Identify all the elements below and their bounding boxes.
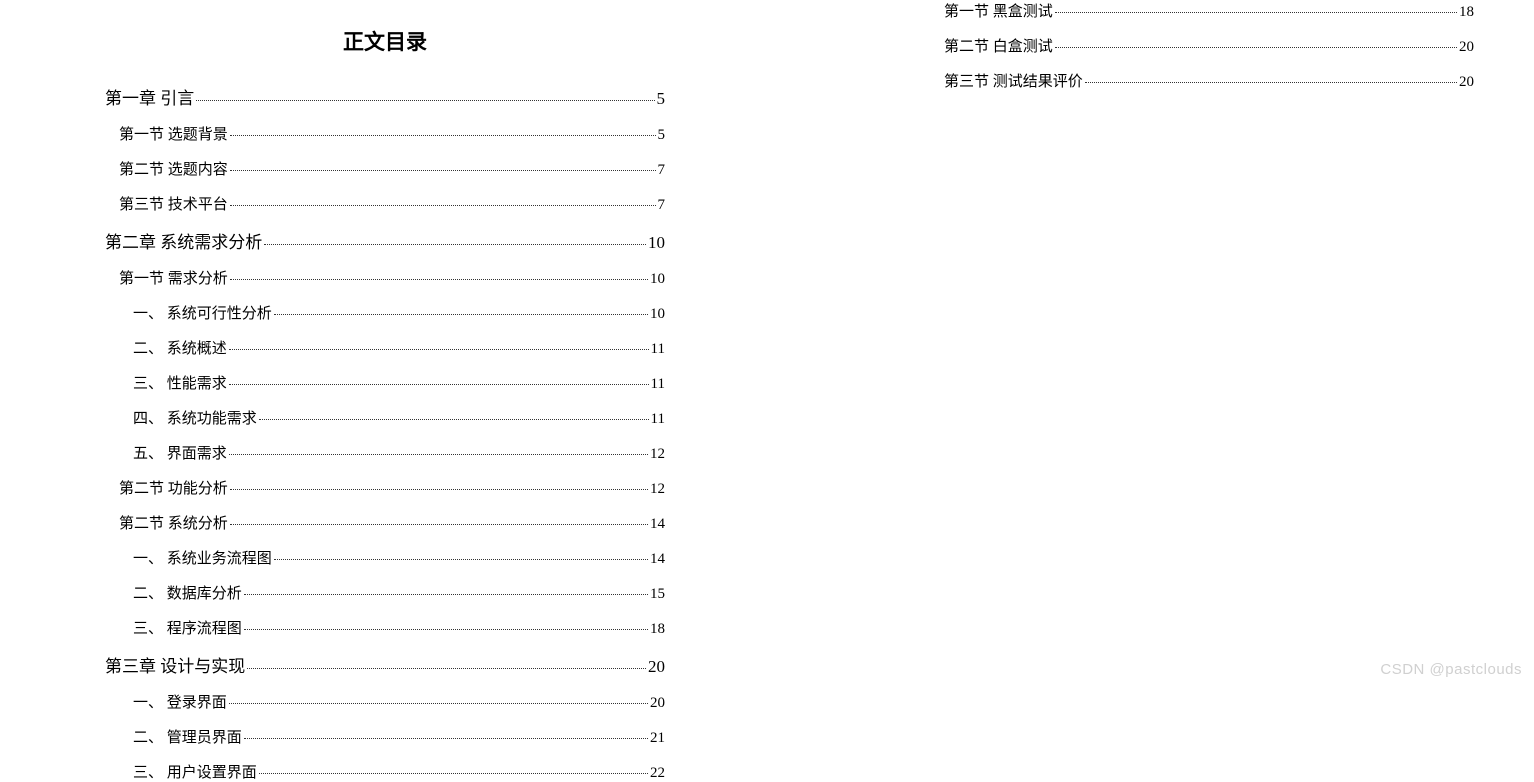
toc-entry-page: 20	[1459, 74, 1474, 91]
toc-leader-dots	[274, 559, 648, 560]
toc-entry-page: 15	[650, 586, 665, 603]
toc-entry-label: 四、 系统功能需求	[133, 407, 257, 428]
toc-entry-label: 第二节 系统分析	[119, 512, 228, 533]
toc-leader-dots	[229, 384, 649, 385]
toc-entry-page: 14	[650, 516, 665, 533]
toc-entry-page: 10	[650, 306, 665, 323]
toc-entry-page: 10	[648, 233, 665, 253]
toc-entry-page: 20	[648, 657, 665, 677]
toc-entry-page: 7	[658, 162, 666, 179]
toc-leader-dots	[196, 100, 654, 101]
toc-entry-page: 7	[658, 197, 666, 214]
toc-entry[interactable]: 二、 管理员界面 21	[105, 726, 665, 747]
toc-entry-label: 第二章 系统需求分析	[105, 228, 262, 253]
toc-leader-dots	[230, 524, 648, 525]
toc-leader-dots	[229, 349, 649, 350]
toc-entry[interactable]: 一、 系统可行性分析 10	[105, 302, 665, 323]
toc-entry[interactable]: 三、 程序流程图 18	[105, 617, 665, 638]
toc-entry[interactable]: 第一节 选题背景 5	[105, 123, 665, 144]
toc-entry[interactable]: 第一节 需求分析 10	[105, 267, 665, 288]
toc-entry[interactable]: 第三节 技术平台 7	[105, 193, 665, 214]
toc-leader-dots	[230, 170, 656, 171]
toc-leader-dots	[1085, 82, 1457, 83]
toc-entry-label: 三、 用户设置界面	[133, 761, 257, 782]
toc-leader-dots	[229, 703, 648, 704]
toc-entry-page: 18	[650, 621, 665, 638]
toc-entry-page: 10	[650, 271, 665, 288]
toc-entry-label: 二、 管理员界面	[133, 726, 242, 747]
toc-leader-dots	[1055, 47, 1457, 48]
toc-leader-dots	[274, 314, 648, 315]
toc-entry-label: 第一节 黑盒测试	[944, 0, 1053, 21]
toc-entry-label: 第二节 白盒测试	[944, 35, 1053, 56]
toc-leader-dots	[229, 454, 648, 455]
toc-leader-dots	[230, 205, 656, 206]
toc-entry-page: 5	[658, 127, 666, 144]
watermark: CSDN @pastclouds	[1380, 661, 1522, 678]
page-left: 正文目录 第一章 引言5第一节 选题背景5第二节 选题内容7第三节 技术平台7第…	[0, 0, 770, 690]
toc-leader-dots	[259, 419, 649, 420]
toc-leader-dots	[247, 668, 646, 669]
toc-leader-dots	[230, 489, 648, 490]
toc-entry[interactable]: 第三章 设计与实现 20	[105, 652, 665, 677]
toc-leader-dots	[264, 244, 646, 245]
toc-entry[interactable]: 四、 系统功能需求 11	[105, 407, 665, 428]
toc-entry[interactable]: 一、 登录界面 20	[105, 691, 665, 712]
toc-entry-page: 22	[650, 765, 665, 782]
toc-entry[interactable]: 三、 性能需求 11	[105, 372, 665, 393]
toc-entry[interactable]: 第二章 系统需求分析 10	[105, 228, 665, 253]
toc-entry-page: 11	[651, 341, 665, 358]
toc-entry[interactable]: 第二节 功能分析 12	[105, 477, 665, 498]
toc-entry-page: 21	[650, 730, 665, 747]
toc-list-left: 第一章 引言 5 第一节 选题背景 5 第二节 选题内容 7 第三节 技术平台 7 第二章 系统…	[105, 84, 665, 782]
toc-entry[interactable]: 第三节 测试结果评价 20	[930, 70, 1474, 91]
document-pages: 正文目录 第一章 引言5第一节 选题背景5第二节 选题内容7第三节 技术平台7第…	[0, 0, 1534, 690]
toc-entry-page: 12	[650, 481, 665, 498]
toc-entry-label: 二、 系统概述	[133, 337, 227, 358]
toc-entry-label: 第一节 选题背景	[119, 123, 228, 144]
toc-entry[interactable]: 第二节 选题内容 7	[105, 158, 665, 179]
toc-entry[interactable]: 第一章 引言 5	[105, 84, 665, 109]
toc-entry-label: 第三章 设计与实现	[105, 652, 245, 677]
toc-entry[interactable]: 第二节 系统分析 14	[105, 512, 665, 533]
toc-entry-page: 18	[1459, 4, 1474, 21]
toc-entry-label: 一、 登录界面	[133, 691, 227, 712]
toc-entry-label: 第二节 选题内容	[119, 158, 228, 179]
toc-leader-dots	[244, 629, 648, 630]
toc-entry-label: 二、 数据库分析	[133, 582, 242, 603]
toc-entry-page: 5	[657, 89, 666, 109]
toc-list-right: 第一节 黑盒测试 18 第二节 白盒测试 20 第三节 测试结果评价 20	[930, 0, 1474, 91]
toc-entry[interactable]: 第一节 黑盒测试 18	[930, 0, 1474, 21]
toc-leader-dots	[1055, 12, 1457, 13]
toc-entry-label: 第一节 需求分析	[119, 267, 228, 288]
toc-entry-page: 20	[1459, 39, 1474, 56]
toc-leader-dots	[244, 594, 648, 595]
toc-entry[interactable]: 二、 数据库分析 15	[105, 582, 665, 603]
toc-entry[interactable]: 第二节 白盒测试 20	[930, 35, 1474, 56]
toc-entry-page: 20	[650, 695, 665, 712]
toc-entry-page: 11	[651, 411, 665, 428]
toc-entry-label: 第三节 技术平台	[119, 193, 228, 214]
toc-leader-dots	[230, 135, 656, 136]
toc-title: 正文目录	[105, 26, 665, 56]
page-right: 第一节 黑盒测试 18 第二节 白盒测试 20 第三节 测试结果评价 20	[770, 0, 1534, 690]
toc-entry[interactable]: 五、 界面需求 12	[105, 442, 665, 463]
toc-entry-label: 第二节 功能分析	[119, 477, 228, 498]
toc-entry[interactable]: 二、 系统概述 11	[105, 337, 665, 358]
toc-entry-label: 三、 程序流程图	[133, 617, 242, 638]
toc-entry[interactable]: 一、 系统业务流程图 14	[105, 547, 665, 568]
toc-entry-page: 14	[650, 551, 665, 568]
toc-leader-dots	[259, 773, 648, 774]
toc-entry-label: 一、 系统可行性分析	[133, 302, 272, 323]
toc-entry-label: 三、 性能需求	[133, 372, 227, 393]
toc-entry-page: 12	[650, 446, 665, 463]
toc-entry-label: 第一章 引言	[105, 84, 194, 109]
toc-entry[interactable]: 三、 用户设置界面 22	[105, 761, 665, 782]
toc-leader-dots	[230, 279, 648, 280]
toc-entry-label: 五、 界面需求	[133, 442, 227, 463]
toc-entry-page: 11	[651, 376, 665, 393]
toc-entry-label: 一、 系统业务流程图	[133, 547, 272, 568]
toc-leader-dots	[244, 738, 648, 739]
toc-entry-label: 第三节 测试结果评价	[944, 70, 1083, 91]
